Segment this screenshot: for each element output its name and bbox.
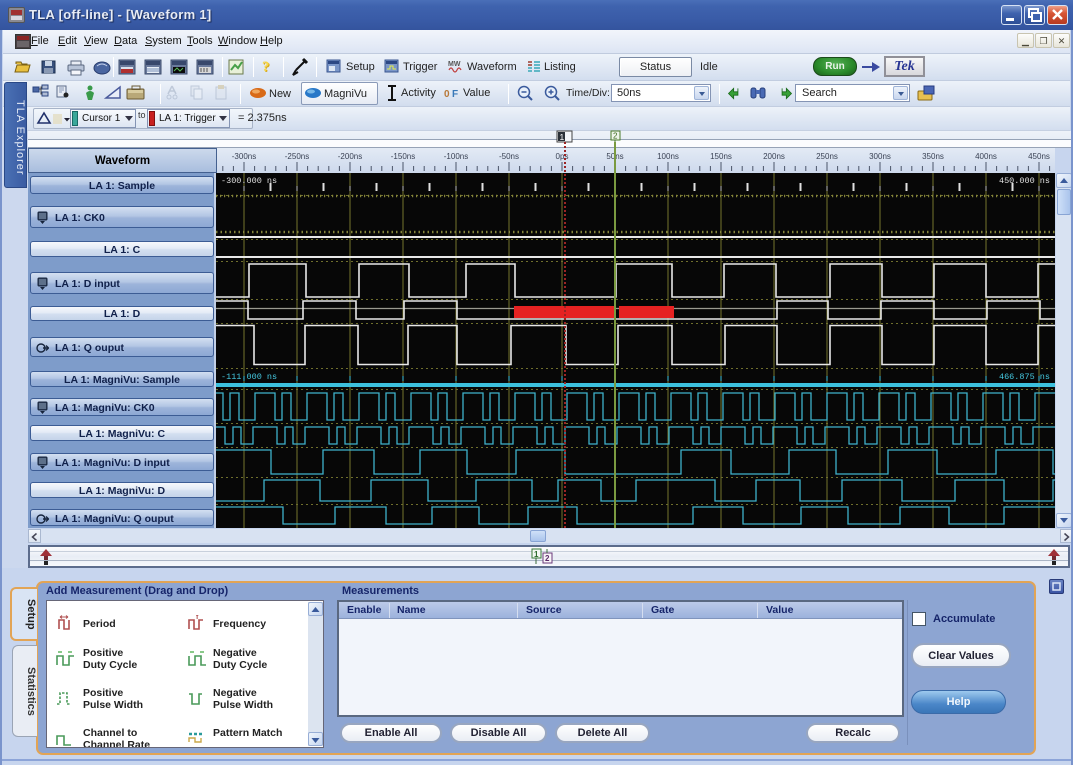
svg-text:-50ns: -50ns: [499, 152, 519, 161]
svg-text:New: New: [269, 88, 291, 100]
svg-text:100ns: 100ns: [657, 152, 679, 161]
svg-text:?: ?: [262, 59, 270, 75]
svg-text:-300.000 ns: -300.000 ns: [221, 176, 277, 186]
svg-text:-200ns: -200ns: [338, 152, 362, 161]
svg-text:200ns: 200ns: [763, 152, 785, 161]
svg-text:MW: MW: [448, 61, 461, 68]
svg-text:-300ns: -300ns: [232, 152, 256, 161]
svg-text:-100ns: -100ns: [444, 152, 468, 161]
svg-text:300ns: 300ns: [869, 152, 891, 161]
svg-text:2: 2: [545, 554, 550, 563]
svg-text:466.875 ns: 466.875 ns: [999, 372, 1050, 382]
svg-text:250ns: 250ns: [816, 152, 838, 161]
svg-text:F: F: [452, 89, 458, 100]
svg-text:400ns: 400ns: [975, 152, 997, 161]
svg-text:MagniVu: MagniVu: [324, 88, 367, 100]
svg-text:1: 1: [534, 550, 539, 559]
svg-text:0: 0: [444, 89, 450, 100]
svg-text:450ns: 450ns: [1028, 152, 1050, 161]
svg-text:0ps: 0ps: [556, 152, 569, 161]
svg-text:1: 1: [560, 132, 565, 142]
svg-text:-150ns: -150ns: [391, 152, 415, 161]
svg-text:-250ns: -250ns: [285, 152, 309, 161]
svg-text:150ns: 150ns: [710, 152, 732, 161]
svg-text:350ns: 350ns: [922, 152, 944, 161]
svg-text:-111.000 ns: -111.000 ns: [221, 372, 277, 382]
svg-text:450.000 ns: 450.000 ns: [999, 176, 1050, 186]
svg-text:2: 2: [613, 132, 618, 141]
